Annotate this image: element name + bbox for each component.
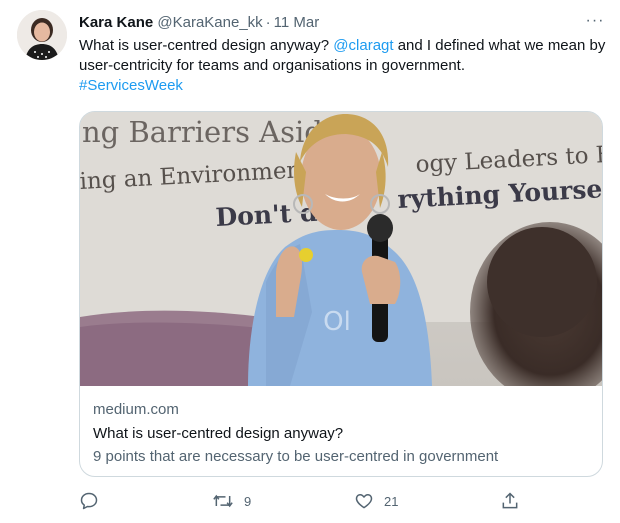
reply-button[interactable] <box>79 488 109 514</box>
card-domain: medium.com <box>93 401 179 418</box>
share-icon <box>500 491 520 511</box>
more-icon: ··· <box>585 12 605 29</box>
retweet-button[interactable]: 9 <box>212 488 251 514</box>
like-button[interactable]: 21 <box>354 488 398 514</box>
reply-icon <box>79 491 99 511</box>
mention-link[interactable]: @claragt <box>333 37 393 54</box>
like-icon <box>354 491 374 511</box>
svg-text:Ol: Ol <box>323 307 351 337</box>
tweet-text: What is user-centred design anyway? @cla… <box>79 36 609 96</box>
hashtag-link[interactable]: #ServicesWeek <box>79 77 183 94</box>
card-description: 9 points that are necessary to be user-c… <box>93 448 499 465</box>
share-button[interactable] <box>500 488 520 514</box>
tweet-header: Kara Kane @KaraKane_kk · 11 Mar <box>79 13 319 33</box>
author-name[interactable]: Kara Kane <box>79 14 153 31</box>
timestamp[interactable]: 11 Mar <box>274 14 320 31</box>
banner-line1: ng Barriers Aside <box>82 115 340 149</box>
card-title: What is user-centred design anyway? <box>93 425 344 442</box>
card-image[interactable]: ng Barriers Aside ing an Environment fo … <box>80 112 602 386</box>
separator-dot: · <box>265 14 271 31</box>
banner-line3a: Don't d <box>215 198 318 232</box>
author-handle[interactable]: @KaraKane_kk <box>157 14 262 31</box>
link-card[interactable]: ng Barriers Aside ing an Environment fo … <box>79 111 603 477</box>
action-bar: 9 21 <box>79 488 519 514</box>
tweet[interactable]: Kara Kane @KaraKane_kk · 11 Mar ··· What i… <box>0 0 620 523</box>
like-count: 21 <box>384 493 399 509</box>
avatar[interactable] <box>17 10 67 60</box>
card-meta[interactable]: medium.com What is user-centred design a… <box>93 400 591 467</box>
retweet-icon <box>212 491 234 511</box>
tweet-text-part1: What is user-centred design anyway? <box>79 37 334 54</box>
retweet-count: 9 <box>244 493 252 509</box>
more-button[interactable]: ··· <box>584 12 606 34</box>
